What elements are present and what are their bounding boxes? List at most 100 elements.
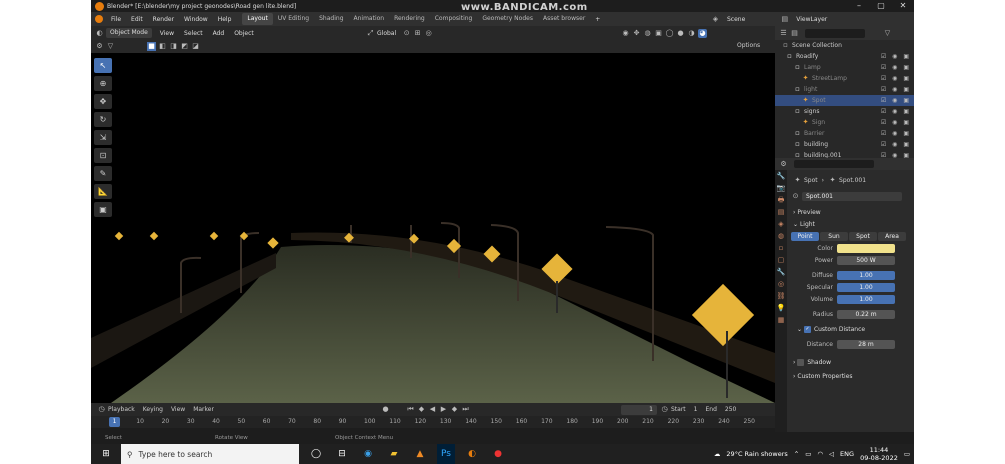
- collection-tab-icon[interactable]: ▫: [775, 242, 787, 254]
- play-icon[interactable]: ▶: [439, 405, 448, 414]
- type-area[interactable]: Area: [878, 231, 906, 241]
- widgets-icon[interactable]: ⊟: [333, 444, 351, 464]
- visibility-toggle-icon[interactable]: ☑ ◉ ▣: [881, 97, 911, 104]
- filter-icon[interactable]: ▽: [106, 42, 115, 51]
- custom-distance-section[interactable]: ⌄ ✓ Custom Distance: [789, 323, 914, 335]
- tool-tab-icon[interactable]: 🔧: [775, 170, 787, 182]
- material-shading-icon[interactable]: ◑: [687, 29, 696, 38]
- outliner-item[interactable]: ✦ Spot ☑ ◉ ▣: [775, 95, 914, 106]
- outliner-filter-icon[interactable]: ▽: [883, 29, 892, 38]
- weather-text[interactable]: 29°C Rain showers: [726, 450, 787, 458]
- select-box-tool-icon[interactable]: ↖: [94, 58, 112, 73]
- light-data-tab-icon[interactable]: 💡: [775, 302, 787, 314]
- orientation-select[interactable]: Global: [377, 30, 396, 37]
- gizmo-icon[interactable]: ✥: [632, 29, 641, 38]
- transform-tool-icon[interactable]: ⊡: [94, 148, 112, 163]
- blender-taskbar-icon[interactable]: ◐: [463, 444, 481, 464]
- volume-icon[interactable]: ◁: [829, 450, 834, 458]
- close-icon[interactable]: ✕: [892, 0, 914, 12]
- play-reverse-icon[interactable]: ◀: [428, 405, 437, 414]
- tab-uv-editing[interactable]: UV Editing: [273, 13, 314, 25]
- menu-view[interactable]: View: [155, 30, 179, 37]
- outliner-item[interactable]: ▫ Lamp ☑ ◉ ▣: [775, 62, 914, 73]
- annotate-tool-icon[interactable]: ✎: [94, 166, 112, 181]
- light-section[interactable]: ⌄ Light: [789, 218, 914, 230]
- cursor-tool-icon[interactable]: ⊕: [94, 76, 112, 91]
- menu-select[interactable]: Select: [179, 30, 208, 37]
- modifier-tab-icon[interactable]: 🔧: [775, 266, 787, 278]
- custom-distance-checkbox[interactable]: ✓: [803, 325, 811, 333]
- tab-shading[interactable]: Shading: [314, 13, 348, 25]
- visibility-toggle-icon[interactable]: ☑ ◉ ▣: [881, 75, 911, 82]
- vlc-icon[interactable]: ▲: [411, 444, 429, 464]
- render-tab-icon[interactable]: 📷: [775, 182, 787, 194]
- world-tab-icon[interactable]: ◍: [775, 230, 787, 242]
- preview-section[interactable]: › Preview: [789, 206, 914, 218]
- proportional-edit-icon[interactable]: ◎: [424, 29, 433, 38]
- outliner-item[interactable]: ✦ StreetLamp ☑ ◉ ▣: [775, 73, 914, 84]
- visibility-icon[interactable]: ◉: [621, 29, 630, 38]
- chevron-up-icon[interactable]: ⌃: [794, 450, 799, 458]
- photoshop-icon[interactable]: Ps: [437, 444, 455, 464]
- scale-tool-icon[interactable]: ⇲: [94, 130, 112, 145]
- custom-properties-section[interactable]: › Custom Properties: [789, 370, 914, 382]
- diffuse-field[interactable]: 1.00: [837, 270, 895, 280]
- select-new-icon[interactable]: ■: [147, 42, 156, 51]
- file-explorer-icon[interactable]: ▰: [385, 444, 403, 464]
- distance-field[interactable]: 28 m: [837, 339, 895, 349]
- menu-render[interactable]: Render: [148, 16, 179, 23]
- tab-rendering[interactable]: Rendering: [389, 13, 430, 25]
- type-sun[interactable]: Sun: [820, 231, 848, 241]
- overlay-icon[interactable]: ◍: [643, 29, 652, 38]
- tab-layout[interactable]: Layout: [242, 13, 273, 25]
- menu-edit[interactable]: Edit: [126, 16, 148, 23]
- menu-add[interactable]: Add: [208, 30, 230, 37]
- blender-menu-icon[interactable]: [95, 15, 103, 23]
- wifi-icon[interactable]: ◠: [817, 450, 823, 458]
- view-layer-selector[interactable]: ViewLayer: [791, 16, 832, 23]
- menu-timeline-view[interactable]: View: [171, 406, 185, 413]
- visibility-toggle-icon[interactable]: ☑ ◉ ▣: [881, 108, 911, 115]
- specular-field[interactable]: 1.00: [837, 282, 895, 292]
- datablock-browse-icon[interactable]: ⊙: [791, 192, 800, 201]
- visibility-toggle-icon[interactable]: ☑ ◉ ▣: [881, 130, 911, 137]
- menu-keying[interactable]: Keying: [143, 406, 163, 413]
- menu-object[interactable]: Object: [229, 30, 259, 37]
- menu-marker[interactable]: Marker: [193, 406, 214, 413]
- bandicam-icon[interactable]: ●: [489, 444, 507, 464]
- tab-asset-browser[interactable]: Asset browser: [538, 13, 590, 25]
- menu-playback[interactable]: Playback: [108, 406, 135, 413]
- timeline-editor-icon[interactable]: ◷: [97, 405, 106, 414]
- object-tab-icon[interactable]: ▢: [775, 254, 787, 266]
- rendered-shading-icon[interactable]: ◕: [698, 28, 707, 38]
- scene-selector[interactable]: Scene: [722, 16, 750, 23]
- outliner-item[interactable]: ▫ Roadify ☑ ◉ ▣: [775, 51, 914, 62]
- end-frame[interactable]: 250: [725, 406, 736, 413]
- outliner-item[interactable]: ▫ light ☑ ◉ ▣: [775, 84, 914, 95]
- type-spot[interactable]: Spot: [849, 231, 877, 241]
- clock[interactable]: 11:44 09-08-2022: [860, 446, 898, 462]
- measure-tool-icon[interactable]: 📐: [94, 184, 112, 199]
- jump-end-icon[interactable]: ⏭: [461, 405, 470, 414]
- tab-animation[interactable]: Animation: [349, 13, 390, 25]
- view-layer-tab-icon[interactable]: ▤: [775, 206, 787, 218]
- shadow-section[interactable]: › Shadow: [789, 356, 914, 368]
- datablock-name[interactable]: Spot.001: [802, 191, 902, 201]
- task-view-icon[interactable]: ◯: [307, 444, 325, 464]
- shadow-checkbox[interactable]: [797, 358, 805, 366]
- outliner-editor-icon[interactable]: ☰: [779, 29, 788, 38]
- properties-editor-icon[interactable]: ⚙: [779, 160, 788, 169]
- tab-compositing[interactable]: Compositing: [430, 13, 478, 25]
- transform-icon[interactable]: ⚙: [95, 42, 104, 51]
- color-swatch[interactable]: [837, 243, 895, 253]
- physics-tab-icon[interactable]: ◎: [775, 278, 787, 290]
- select-extend-icon[interactable]: ◧: [158, 42, 167, 51]
- select-intersect-icon[interactable]: ◪: [191, 42, 200, 51]
- minimize-icon[interactable]: –: [848, 0, 870, 12]
- taskbar-search[interactable]: ⚲ Type here to search: [121, 444, 299, 464]
- snap-icon[interactable]: ⊞: [413, 29, 422, 38]
- jump-start-icon[interactable]: ⏮: [406, 405, 415, 414]
- outliner-item[interactable]: ▫ signs ☑ ◉ ▣: [775, 106, 914, 117]
- timeline-ruler[interactable]: 1 10 20 30 40 50 60 70 80 90 100 110 120 130 140 150 160…: [91, 416, 775, 428]
- texture-tab-icon[interactable]: ▦: [775, 314, 787, 326]
